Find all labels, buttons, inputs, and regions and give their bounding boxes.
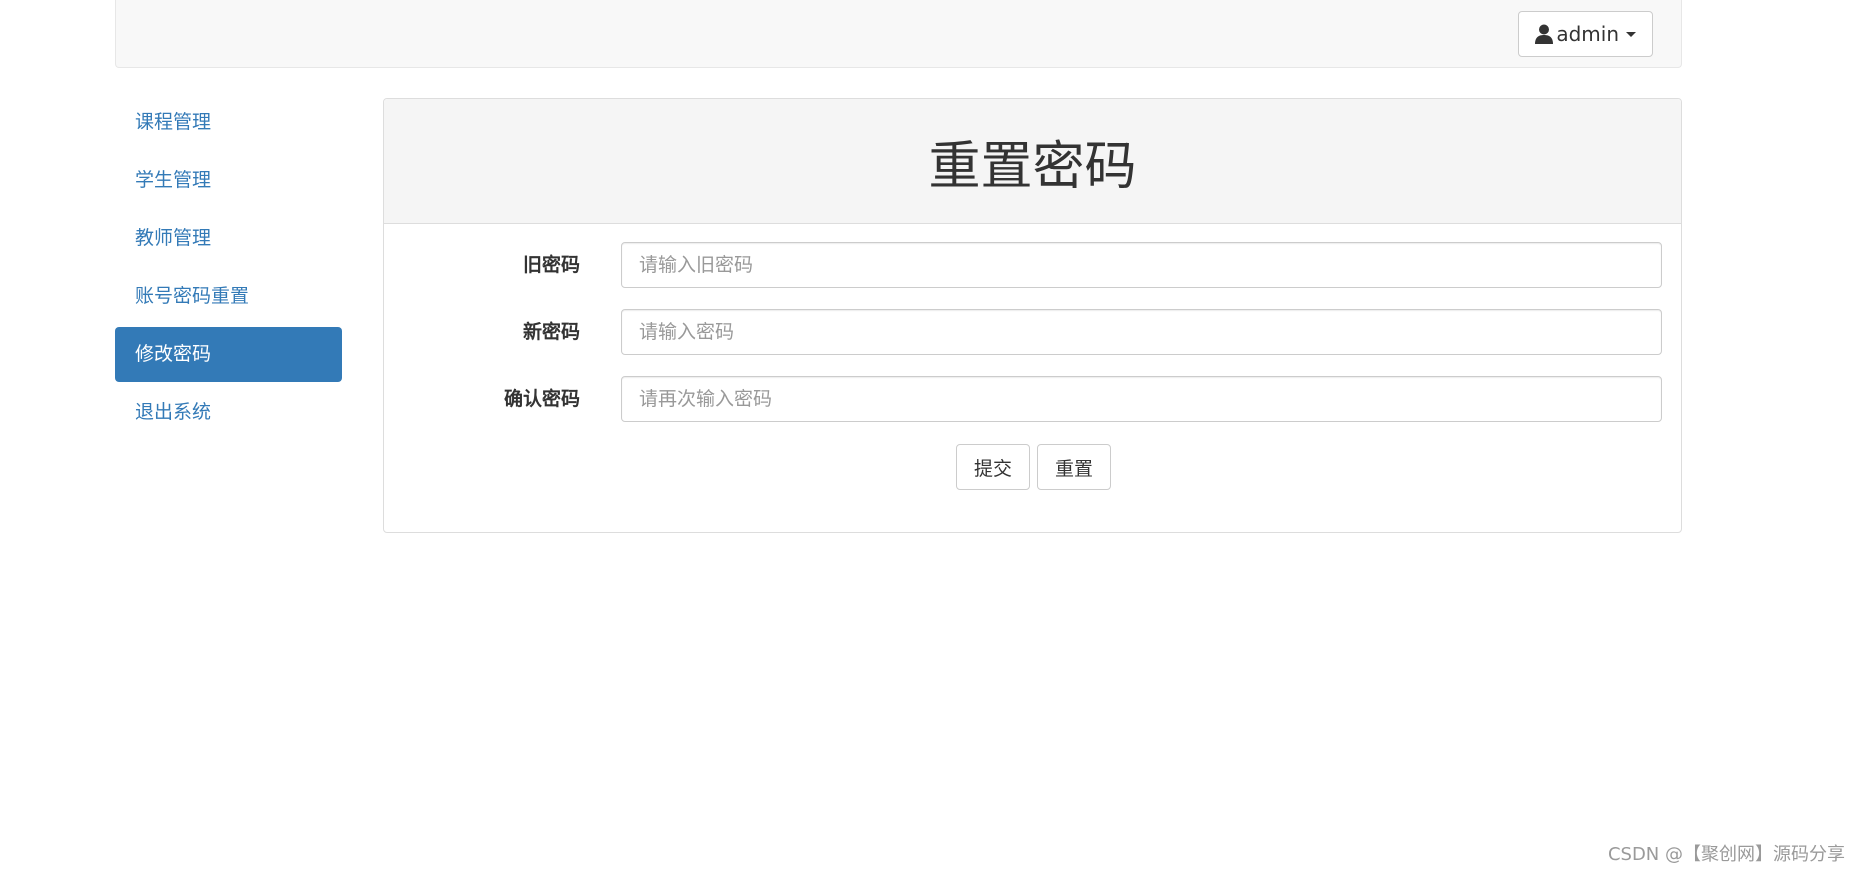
- form-actions: 提交 重置: [384, 444, 1681, 490]
- new-password-row: 新密码: [384, 309, 1681, 355]
- page: admin 课程管理 学生管理 教师管理 账号密码重置 修改密码 退出系统 重置…: [0, 0, 1859, 878]
- confirm-password-label: 确认密码: [503, 388, 580, 410]
- submit-button[interactable]: 提交: [955, 444, 1030, 490]
- reset-button[interactable]: 重置: [1037, 444, 1112, 490]
- old-password-input[interactable]: [621, 242, 1662, 288]
- old-password-label: 旧密码: [522, 254, 580, 276]
- sidebar-item-logout[interactable]: 退出系统: [115, 385, 342, 440]
- sidebar-item-account-password-reset[interactable]: 账号密码重置: [115, 269, 342, 324]
- reset-password-panel: 重置密码 旧密码 新密码 确认密码 提交 重置: [383, 98, 1682, 533]
- user-icon: [1535, 24, 1554, 44]
- panel-heading: 重置密码: [384, 99, 1681, 224]
- sidebar-item-teacher-management[interactable]: 教师管理: [115, 211, 342, 266]
- sidebar-item-student-management[interactable]: 学生管理: [115, 153, 342, 208]
- sidebar: 课程管理 学生管理 教师管理 账号密码重置 修改密码 退出系统: [115, 95, 342, 443]
- panel-title: 重置密码: [928, 136, 1137, 197]
- user-name: admin: [1556, 22, 1619, 46]
- user-dropdown-button[interactable]: admin: [1518, 11, 1653, 57]
- top-navbar: admin: [115, 0, 1682, 68]
- confirm-password-input[interactable]: [621, 376, 1662, 422]
- new-password-label: 新密码: [522, 321, 580, 343]
- new-password-input[interactable]: [621, 309, 1662, 355]
- old-password-row: 旧密码: [384, 242, 1681, 288]
- confirm-password-row: 确认密码: [384, 376, 1681, 422]
- sidebar-item-course-management[interactable]: 课程管理: [115, 95, 342, 150]
- caret-down-icon: [1626, 31, 1636, 37]
- watermark: CSDN @【聚创网】源码分享: [1607, 844, 1845, 865]
- sidebar-item-change-password[interactable]: 修改密码: [115, 327, 342, 382]
